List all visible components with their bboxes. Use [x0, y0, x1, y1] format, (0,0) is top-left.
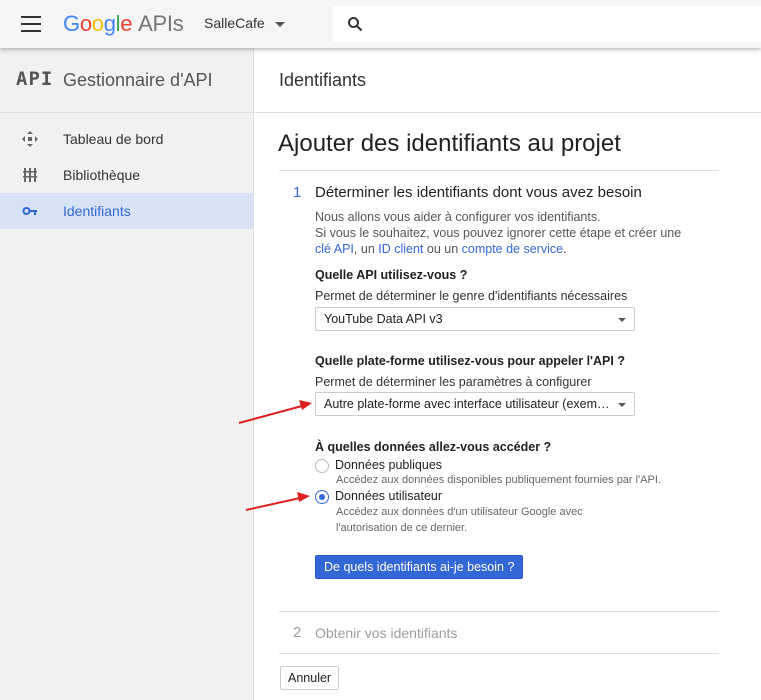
step-title: Déterminer les identifiants dont vous av…: [315, 184, 642, 201]
radio-label: Données publiques: [335, 458, 443, 472]
chevron-down-icon: [274, 21, 285, 27]
intro-line: Si vous le souhaitez, vous pouvez ignore…: [315, 226, 682, 240]
sidebar-item-label: Tableau de bord: [63, 131, 164, 147]
project-selector[interactable]: SalleCafe: [204, 15, 285, 31]
dropdown-arrow-icon: [618, 403, 626, 407]
divider: [279, 653, 719, 654]
logo-letter: e: [120, 11, 133, 36]
service-account-link[interactable]: compte de service: [462, 242, 563, 256]
menu-icon[interactable]: [21, 16, 41, 32]
api-logo-icon: API: [16, 68, 54, 90]
question-data-label: À quelles données allez-vous accéder ?: [315, 440, 552, 454]
question-api-hint: Permet de déterminer le genre d'identifi…: [315, 289, 628, 303]
sidebar-title: Gestionnaire d'API: [63, 70, 213, 90]
text: .: [563, 242, 567, 256]
radio-description: Accédez aux données d'un utilisateur Goo…: [336, 506, 583, 534]
api-select[interactable]: YouTube Data API v3: [315, 307, 635, 331]
sidebar-header: API Gestionnaire d'API: [0, 48, 253, 113]
sidebar: API Gestionnaire d'API Tableau de bord B…: [0, 48, 254, 700]
logo-letter: o: [91, 11, 104, 36]
platform-select[interactable]: Autre plate-forme avec interface utilisa…: [315, 392, 635, 416]
platform-select-value: Autre plate-forme avec interface utilisa…: [324, 397, 614, 411]
intro-line: Nous allons vous aider à configurer vos …: [315, 210, 601, 224]
google-apis-logo[interactable]: Google APIs: [63, 11, 184, 37]
radio-label: Données utilisateur: [335, 489, 443, 503]
client-id-link[interactable]: ID client: [378, 242, 423, 256]
intro-links-line: clé API, un ID client ou un compte de se…: [315, 241, 695, 257]
text: ou un: [423, 242, 462, 256]
api-key-link[interactable]: clé API: [315, 242, 354, 256]
main-content: Identifiants Ajouter des identifiants au…: [255, 48, 761, 700]
text: , un: [353, 242, 379, 256]
project-name: SalleCafe: [204, 15, 265, 31]
search-input[interactable]: [373, 12, 753, 36]
step-title: Obtenir vos identifiants: [315, 625, 458, 641]
search-box[interactable]: [333, 6, 761, 42]
search-icon: [348, 17, 363, 32]
top-bar: Google APIs SalleCafe: [0, 0, 761, 48]
dropdown-arrow-icon: [618, 318, 626, 322]
page-title: Ajouter des identifiants au projet: [278, 130, 621, 157]
logo-letter: g: [103, 11, 116, 36]
api-select-value: YouTube Data API v3: [324, 312, 443, 326]
library-icon: [23, 168, 37, 182]
radio-button[interactable]: [315, 490, 329, 504]
question-platform-hint: Permet de déterminer les paramètres à co…: [315, 375, 592, 389]
key-icon: [22, 207, 37, 215]
step-intro: Nous allons vous aider à configurer vos …: [315, 209, 695, 257]
divider: [279, 170, 719, 171]
cancel-button[interactable]: Annuler: [280, 666, 340, 690]
logo-letter: o: [79, 11, 92, 36]
divider: [279, 611, 719, 612]
sidebar-item-label: Bibliothèque: [63, 167, 141, 183]
question-api-label: Quelle API utilisez-vous ?: [315, 268, 468, 282]
step-number: 1: [293, 184, 302, 201]
sidebar-item-credentials[interactable]: Identifiants: [0, 193, 253, 229]
sidebar-item-library[interactable]: Bibliothèque: [0, 157, 253, 193]
sidebar-item-dashboard[interactable]: Tableau de bord: [0, 121, 253, 157]
main-header: Identifiants: [255, 48, 761, 113]
sidebar-item-label: Identifiants: [63, 203, 131, 219]
logo-suffix: APIs: [138, 11, 184, 36]
question-platform-label: Quelle plate-forme utilisez-vous pour ap…: [315, 354, 625, 368]
radio-button[interactable]: [315, 459, 329, 473]
step-number: 2: [293, 624, 302, 641]
radio-description: Accédez aux données disponibles publique…: [336, 474, 661, 486]
logo-letter: G: [63, 11, 80, 36]
which-credentials-button[interactable]: De quels identifiants ai-je besoin ?: [315, 555, 524, 579]
section-header: Identifiants: [279, 70, 367, 90]
dashboard-icon: [22, 131, 38, 147]
